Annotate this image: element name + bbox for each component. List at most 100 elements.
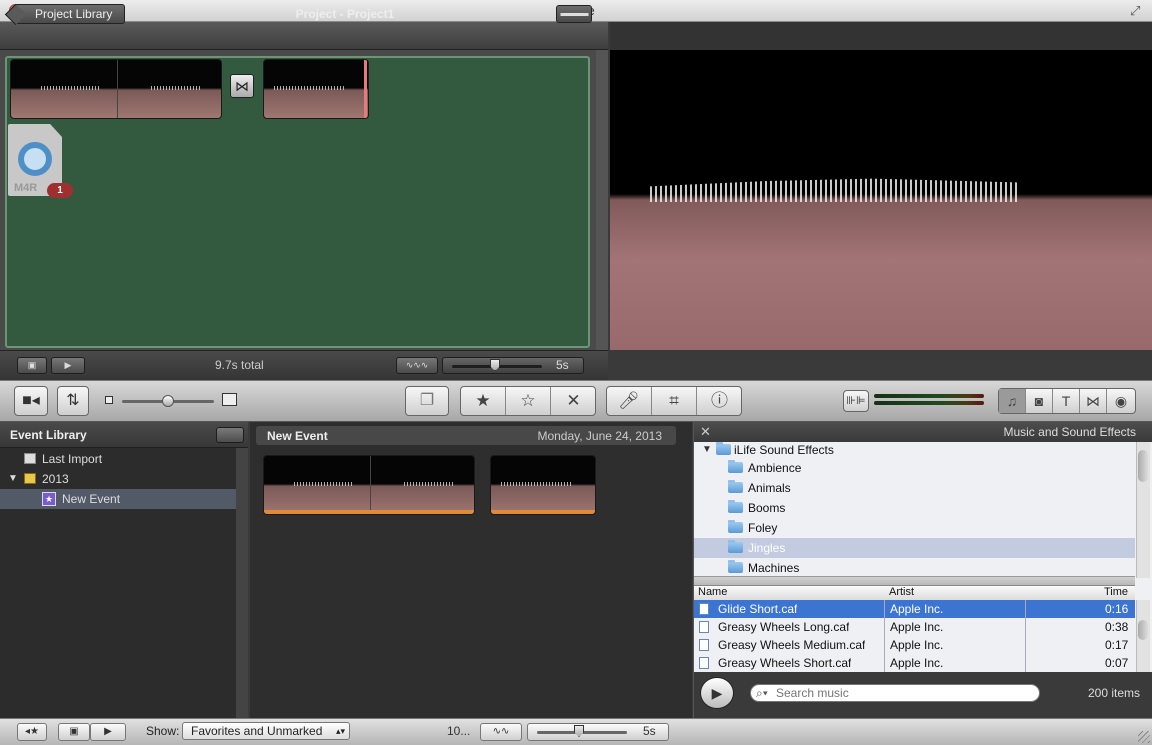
viewer-footer (610, 350, 1152, 380)
column-header-time[interactable]: Time (1104, 586, 1128, 600)
show-filter-select[interactable]: Favorites and Unmarked ▴▾ (182, 722, 350, 740)
project-clip[interactable] (10, 59, 222, 119)
track-list-scroll-knob[interactable] (1138, 620, 1148, 640)
folder-label: Machines (748, 561, 800, 575)
audio-level-meter (874, 393, 992, 407)
thumbnail-size-knob[interactable] (162, 395, 174, 407)
column-header-name[interactable]: Name (698, 586, 727, 600)
root-folder-row[interactable]: ▼ iLife Sound Effects (694, 440, 1135, 460)
track-row[interactable]: Greasy Wheels Medium.caf Apple Inc. 0:17 (694, 636, 1135, 654)
event-duration: 10... (447, 724, 471, 738)
folder-label: Jingles (748, 541, 786, 555)
play-event-button[interactable]: ▶ (90, 723, 126, 741)
folder-row[interactable]: Booms (694, 498, 1135, 518)
event-library-scrollbar[interactable] (236, 448, 248, 718)
project-clip[interactable] (263, 59, 369, 119)
track-row-selected[interactable]: Glide Short.caf Apple Inc. 0:16 (694, 600, 1135, 618)
event-star-icon: ★ (42, 492, 56, 506)
audio-waveform-toggle[interactable]: ∿∿∿ (396, 357, 438, 374)
favorite-star-icon[interactable]: ★ (461, 387, 506, 415)
play-fullscreen-event-button[interactable]: ▣ (58, 723, 90, 741)
item-count: 200 items (1087, 686, 1140, 700)
camera-import-button[interactable]: ■◂ (14, 386, 48, 416)
audio-file-icon (699, 657, 709, 669)
play-icon: ▶ (104, 726, 112, 737)
track-artist: Apple Inc. (890, 638, 944, 652)
audio-file-icon (699, 621, 709, 633)
folder-icon (716, 442, 731, 455)
event-library-item-selected[interactable]: ★ New Event (0, 489, 236, 509)
event-clip[interactable] (263, 455, 475, 515)
close-icon[interactable]: ✕ (700, 424, 711, 440)
folder-label: Ambience (748, 461, 802, 475)
project-scrollbar[interactable] (596, 50, 608, 350)
voiceover-mic-icon[interactable]: 🎤︎ (607, 387, 652, 415)
folder-label: Foley (748, 521, 778, 535)
folder-list-scroll-knob[interactable] (1138, 450, 1148, 482)
track-artist: Apple Inc. (890, 656, 944, 670)
show-event-library-button[interactable]: ◂★ (17, 723, 47, 741)
audio-waveform-toggle[interactable]: ∿∿ (480, 723, 522, 741)
music-file-type-label: M4R (14, 182, 38, 194)
title-text-icon[interactable]: T (1053, 389, 1080, 413)
search-input[interactable] (776, 686, 1026, 700)
folder-icon (728, 520, 743, 533)
track-name: Greasy Wheels Long.caf (718, 620, 850, 634)
track-time: 0:38 (1105, 620, 1129, 634)
folder-row[interactable]: Ambience (694, 458, 1135, 478)
play-icon: ▶ (711, 685, 723, 701)
folder-row[interactable]: Machines (694, 558, 1135, 578)
event-clip[interactable] (490, 455, 596, 515)
last-import-icon (24, 453, 36, 464)
track-row[interactable]: Greasy Wheels Long.caf Apple Inc. 0:38 (694, 618, 1135, 636)
thumbnail-small-icon (105, 396, 113, 404)
search-icon[interactable]: ⌕▾ (756, 686, 768, 701)
info-icon[interactable]: ⓘ (697, 387, 742, 415)
column-header-artist[interactable]: Artist (889, 586, 914, 600)
music-panel-splitter[interactable] (694, 576, 1135, 586)
thumbnail-large-icon (222, 393, 237, 406)
play-full-screen-button[interactable]: ▣ (17, 357, 47, 374)
transition-icon[interactable]: ⋈ (1080, 389, 1107, 413)
add-to-project-button[interactable]: ❐ (405, 386, 449, 416)
event-library-item[interactable]: ▼ 2013 (0, 469, 236, 489)
track-artist: Apple Inc. (890, 602, 944, 616)
unfavorite-star-icon[interactable]: ☆ (506, 387, 551, 415)
reject-icon[interactable]: ✕ (551, 387, 596, 415)
transition-icon[interactable]: ⋈ (230, 74, 254, 98)
viewer-top-area (610, 22, 1152, 50)
globe-map-icon[interactable]: ◉ (1107, 389, 1135, 413)
music-file-badge: 1 (47, 183, 73, 198)
resize-grip-icon[interactable] (1138, 731, 1150, 743)
audio-file-icon (699, 639, 709, 651)
track-name: Glide Short.caf (718, 602, 798, 616)
swap-icon: ⇅ (66, 392, 80, 409)
event-name: New Event (267, 429, 328, 443)
event-library-item[interactable]: Last Import (0, 449, 236, 469)
tools-button-group: 🎤︎ ⌗ ⓘ (606, 386, 742, 416)
folder-row-selected[interactable]: Jingles (694, 538, 1135, 558)
track-time: 0:16 (1105, 602, 1129, 616)
audio-waveform-icon[interactable]: ⊪⊫ (843, 390, 869, 412)
play-project-button[interactable]: ▶ (51, 357, 85, 374)
photo-camera-icon[interactable]: ◙ (1026, 389, 1053, 413)
swap-panes-button[interactable]: ⇅ (57, 386, 89, 416)
fullscreen-icon[interactable]: ⤢ (1130, 3, 1146, 19)
crop-icon[interactable]: ⌗ (652, 387, 697, 415)
track-time: 0:07 (1105, 656, 1129, 670)
music-note-icon[interactable]: ♫ (999, 389, 1026, 413)
browser-button-group: ♫ ◙ T ⋈ ◉ (998, 388, 1136, 414)
calendar-icon (24, 473, 36, 484)
project-view-toggle-button[interactable]: ▬▬▬ (556, 5, 592, 23)
disclosure-triangle-icon[interactable]: ▼ (8, 469, 18, 489)
star-list-icon: ◂★ (25, 726, 39, 737)
disclosure-triangle-icon[interactable]: ▼ (702, 440, 712, 460)
folder-icon (728, 540, 743, 553)
music-panel-title: Music and Sound Effects (1003, 425, 1136, 439)
folder-row[interactable]: Animals (694, 478, 1135, 498)
eject-button[interactable] (216, 427, 244, 443)
track-row[interactable]: Greasy Wheels Short.caf Apple Inc. 0:07 (694, 654, 1135, 672)
play-preview-button[interactable]: ▶ (700, 677, 734, 709)
column-divider (884, 600, 885, 672)
folder-row[interactable]: Foley (694, 518, 1135, 538)
